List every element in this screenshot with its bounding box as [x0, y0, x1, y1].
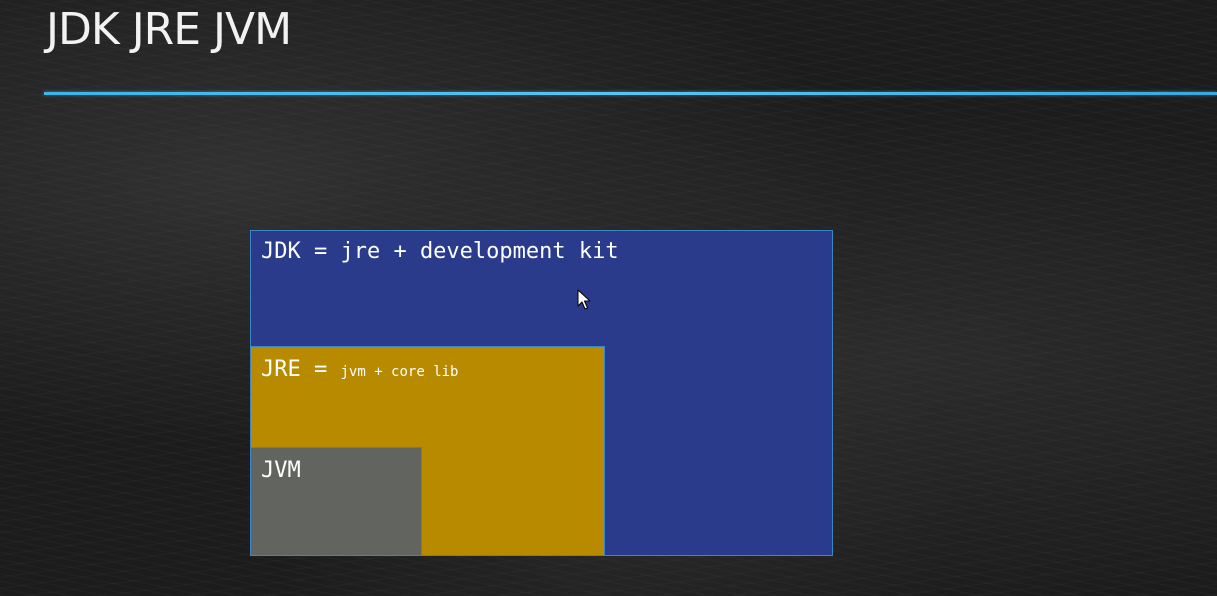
jre-label-detail: jvm + core lib	[340, 364, 459, 380]
jdk-label: JDK = jre + development kit	[261, 239, 619, 264]
slide-title: JDK JRE JVM	[46, 4, 292, 55]
jvm-label: JVM	[261, 458, 301, 483]
mouse-pointer-icon	[577, 289, 591, 310]
jre-label-main: JRE =	[261, 357, 341, 382]
title-underline	[44, 92, 1217, 95]
jre-label: JRE = jvm + core lib	[261, 357, 459, 382]
jvm-box: JVM	[250, 447, 422, 556]
